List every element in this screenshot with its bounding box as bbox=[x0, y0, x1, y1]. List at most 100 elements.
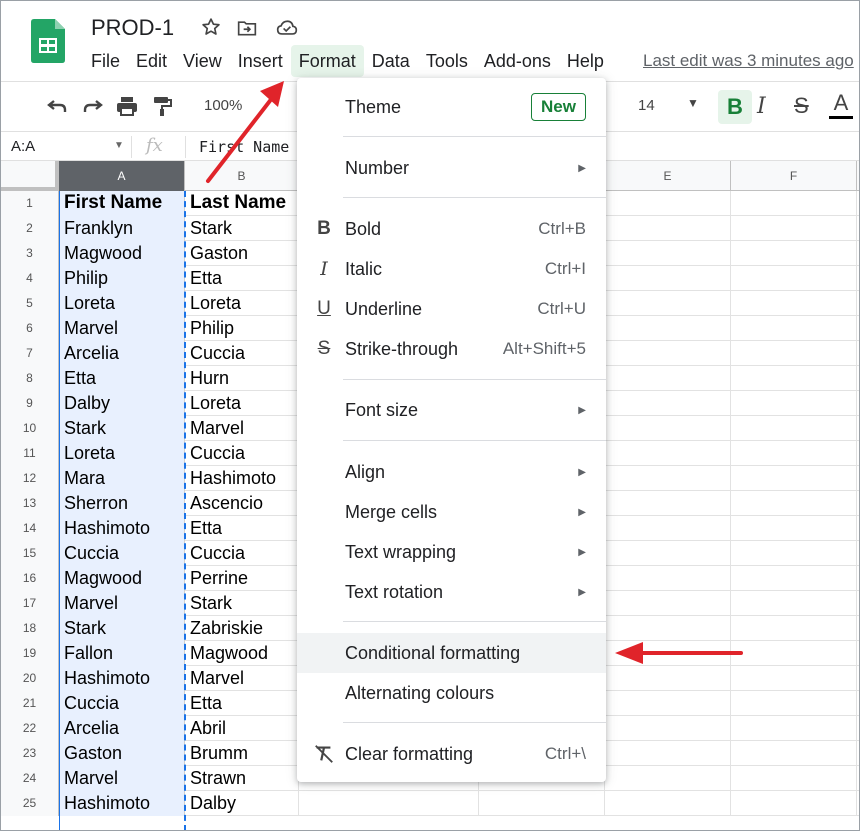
empty-cell[interactable] bbox=[731, 191, 857, 216]
empty-cell[interactable] bbox=[731, 316, 857, 341]
cell-a[interactable]: Magwood bbox=[59, 241, 185, 266]
menu-item-font-size[interactable]: Font size ▶ bbox=[297, 390, 606, 430]
print-icon[interactable] bbox=[115, 94, 139, 118]
cell-a[interactable]: Marvel bbox=[59, 316, 185, 341]
empty-cell[interactable] bbox=[605, 366, 731, 391]
cell-a[interactable]: Dalby bbox=[59, 391, 185, 416]
cell-b[interactable]: Last Name bbox=[185, 191, 299, 216]
row-header[interactable]: 2 bbox=[1, 216, 59, 241]
cell-b[interactable]: Cuccia bbox=[185, 341, 299, 366]
cell-b[interactable]: Abril bbox=[185, 716, 299, 741]
select-all-corner[interactable] bbox=[1, 161, 59, 191]
cell-b[interactable]: Dalby bbox=[185, 791, 299, 816]
menu-format[interactable]: Format bbox=[290, 45, 364, 77]
font-size-select[interactable]: 14 bbox=[638, 97, 655, 114]
cell-b[interactable]: Cuccia bbox=[185, 541, 299, 566]
cell-a[interactable]: Magwood bbox=[59, 566, 185, 591]
empty-cell[interactable] bbox=[605, 691, 731, 716]
cell-a[interactable]: Philip bbox=[59, 266, 185, 291]
strikethrough-button[interactable]: S bbox=[794, 93, 809, 119]
cell-a[interactable]: Mara bbox=[59, 466, 185, 491]
cell-b[interactable]: Marvel bbox=[185, 416, 299, 441]
cell-b[interactable]: Ascencio bbox=[185, 491, 299, 516]
sheets-logo-icon[interactable] bbox=[31, 19, 65, 63]
empty-cell[interactable] bbox=[605, 391, 731, 416]
name-box-caret-icon[interactable]: ▼ bbox=[114, 140, 124, 151]
cloud-saved-icon[interactable] bbox=[276, 18, 298, 38]
row-header[interactable]: 12 bbox=[1, 466, 59, 491]
empty-cell[interactable] bbox=[605, 266, 731, 291]
menu-item-theme[interactable]: Theme New bbox=[297, 87, 606, 127]
empty-cell[interactable] bbox=[605, 566, 731, 591]
menu-item-align[interactable]: Align ▶ bbox=[297, 452, 606, 492]
cell-b[interactable]: Strawn bbox=[185, 766, 299, 791]
empty-cell[interactable] bbox=[731, 241, 857, 266]
menu-addons[interactable]: Add-ons bbox=[476, 45, 559, 77]
cell-b[interactable]: Stark bbox=[185, 591, 299, 616]
empty-cell[interactable] bbox=[731, 741, 857, 766]
row-header[interactable]: 24 bbox=[1, 766, 59, 791]
empty-cell[interactable] bbox=[731, 641, 857, 666]
cell-a[interactable]: Marvel bbox=[59, 766, 185, 791]
menu-item-text-wrapping[interactable]: Text wrapping ▶ bbox=[297, 532, 606, 572]
row-header[interactable]: 18 bbox=[1, 616, 59, 641]
cell-a[interactable]: Franklyn bbox=[59, 216, 185, 241]
empty-cell[interactable] bbox=[605, 516, 731, 541]
cell-a[interactable]: Sherron bbox=[59, 491, 185, 516]
empty-cell[interactable] bbox=[731, 566, 857, 591]
menu-file[interactable]: File bbox=[83, 45, 128, 77]
empty-cell[interactable] bbox=[731, 791, 857, 816]
row-header[interactable]: 5 bbox=[1, 291, 59, 316]
text-color-button[interactable]: A bbox=[829, 90, 853, 119]
zoom-select[interactable]: 100% bbox=[204, 97, 242, 114]
empty-cell[interactable] bbox=[605, 466, 731, 491]
row-header[interactable]: 9 bbox=[1, 391, 59, 416]
cell-a[interactable]: Loreta bbox=[59, 291, 185, 316]
empty-cell[interactable] bbox=[605, 666, 731, 691]
menu-tools[interactable]: Tools bbox=[418, 45, 476, 77]
empty-cell[interactable] bbox=[479, 791, 605, 816]
empty-cell[interactable] bbox=[731, 591, 857, 616]
row-header[interactable]: 8 bbox=[1, 366, 59, 391]
menu-item-text-rotation[interactable]: Text rotation ▶ bbox=[297, 572, 606, 612]
empty-cell[interactable] bbox=[605, 716, 731, 741]
empty-cell[interactable] bbox=[731, 466, 857, 491]
row-header[interactable]: 4 bbox=[1, 266, 59, 291]
cell-a[interactable]: Stark bbox=[59, 416, 185, 441]
menu-item-underline[interactable]: U Underline Ctrl+U bbox=[297, 289, 606, 329]
row-header[interactable]: 23 bbox=[1, 741, 59, 766]
empty-cell[interactable] bbox=[605, 591, 731, 616]
row-header[interactable]: 13 bbox=[1, 491, 59, 516]
row-header[interactable]: 14 bbox=[1, 516, 59, 541]
row-header[interactable]: 10 bbox=[1, 416, 59, 441]
menu-item-strikethrough[interactable]: S Strike-through Alt+Shift+5 bbox=[297, 329, 606, 369]
empty-cell[interactable] bbox=[731, 616, 857, 641]
row-header[interactable]: 21 bbox=[1, 691, 59, 716]
empty-cell[interactable] bbox=[731, 341, 857, 366]
empty-cell[interactable] bbox=[605, 341, 731, 366]
empty-cell[interactable] bbox=[605, 441, 731, 466]
cell-b[interactable]: Perrine bbox=[185, 566, 299, 591]
name-box[interactable]: A:A bbox=[11, 138, 35, 155]
row-header[interactable]: 1 bbox=[1, 191, 59, 216]
row-header[interactable]: 7 bbox=[1, 341, 59, 366]
row-header[interactable]: 17 bbox=[1, 591, 59, 616]
empty-cell[interactable] bbox=[605, 491, 731, 516]
empty-cell[interactable] bbox=[605, 741, 731, 766]
move-folder-icon[interactable] bbox=[237, 18, 257, 38]
row-header[interactable]: 15 bbox=[1, 541, 59, 566]
empty-cell[interactable] bbox=[605, 766, 731, 791]
row-header[interactable]: 19 bbox=[1, 641, 59, 666]
column-header-f[interactable]: F bbox=[731, 161, 857, 191]
empty-cell[interactable] bbox=[605, 416, 731, 441]
cell-b[interactable]: Philip bbox=[185, 316, 299, 341]
cell-a[interactable]: Loreta bbox=[59, 441, 185, 466]
empty-cell[interactable] bbox=[731, 416, 857, 441]
empty-cell[interactable] bbox=[731, 766, 857, 791]
star-icon[interactable] bbox=[201, 17, 221, 37]
last-edit-link[interactable]: Last edit was 3 minutes ago bbox=[643, 51, 854, 71]
empty-cell[interactable] bbox=[731, 516, 857, 541]
menu-item-conditional-formatting[interactable]: Conditional formatting bbox=[297, 633, 606, 673]
empty-cell[interactable] bbox=[605, 541, 731, 566]
empty-cell[interactable] bbox=[731, 666, 857, 691]
